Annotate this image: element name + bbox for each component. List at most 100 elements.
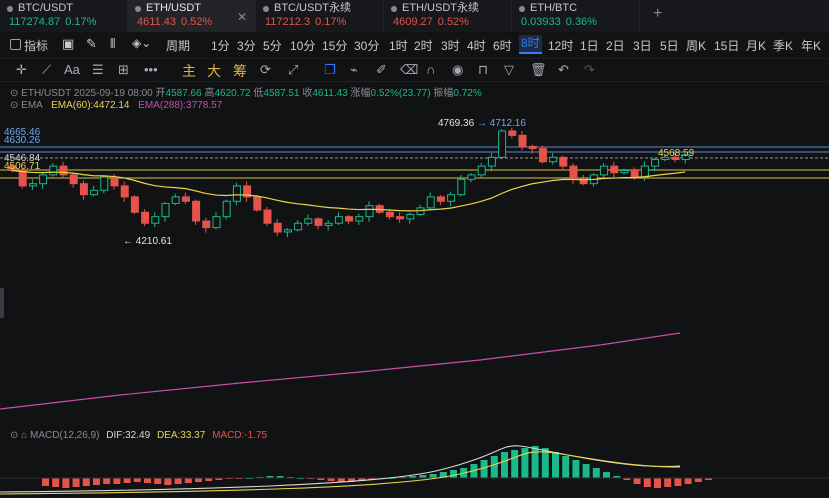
macd-bar (164, 478, 172, 485)
candle-body (406, 213, 415, 220)
candle-body (334, 216, 343, 224)
macd-bar (592, 468, 600, 478)
candle-body (39, 174, 48, 185)
high-annotation: 4769.36 (438, 118, 475, 129)
candle-body (253, 196, 262, 211)
candle-body (365, 205, 374, 218)
candle-body (18, 170, 27, 187)
last-price-annotation: 4568.59 (658, 148, 695, 159)
macd-bar (664, 478, 672, 487)
collapse-icon[interactable]: ⊙ (10, 88, 18, 99)
open-value: 4587.66 (165, 88, 202, 99)
macd-bar (82, 478, 90, 486)
dif-value: DIF:32.49 (106, 430, 151, 441)
macd-title: MACD(12,26,9) (29, 430, 100, 441)
candle-body (294, 222, 303, 231)
candle-body (610, 165, 619, 174)
macd-bar (501, 452, 508, 478)
candle-body (457, 178, 466, 196)
macd-bar (603, 472, 610, 478)
ema-title: EMA (21, 100, 43, 111)
change-label: 涨幅 (350, 88, 371, 99)
candle-body (314, 218, 323, 226)
candle-body (28, 183, 37, 187)
macd-bar (552, 452, 559, 478)
macd-eye-icon[interactable]: ⊙ ⌂ (10, 430, 27, 441)
candle-body (100, 176, 109, 191)
macd-bar (511, 450, 519, 478)
candle-body (569, 165, 578, 180)
candle-body (192, 200, 201, 222)
candle-body (59, 165, 68, 176)
candle-body (222, 200, 231, 218)
macd-bar (572, 460, 580, 478)
candle-body (508, 130, 517, 136)
candle-body (171, 196, 180, 204)
macd-bar (154, 478, 162, 484)
macd-bar (113, 478, 121, 484)
close-value: 4611.43 (312, 88, 348, 99)
macd-bar (103, 478, 111, 484)
candle-body (304, 218, 313, 224)
candle-body (79, 183, 88, 196)
macd-bar (674, 478, 682, 486)
candlestick-chart[interactable] (0, 0, 829, 498)
macd-bar (531, 446, 539, 478)
candle-body (477, 165, 486, 176)
candle-body (630, 170, 639, 178)
side-panel-handle[interactable] (0, 288, 4, 318)
candle-body (232, 185, 241, 202)
price-level-4: 4506.71 (4, 161, 41, 172)
candle-body (273, 222, 282, 233)
ema-eye-icon[interactable]: ⊙ (10, 100, 18, 111)
legend-symbol: ETH/USDT (21, 88, 71, 99)
candle-body (49, 165, 58, 176)
macd-bar (562, 456, 570, 478)
macd-bar (195, 478, 202, 482)
candle-body (263, 209, 272, 224)
candle-body (385, 211, 394, 218)
macd-bar (133, 478, 141, 482)
macd-bar (490, 456, 498, 478)
macd-bar (450, 470, 457, 478)
candle-body (181, 196, 190, 202)
macd-bar (694, 478, 702, 482)
candle-body (110, 176, 119, 187)
macd-bar (123, 478, 131, 483)
candle-body (355, 216, 364, 222)
dea-value: DEA:33.37 (156, 430, 206, 441)
candle-body (620, 170, 629, 174)
ema-legend: ⊙ EMA EMA(60):4472.14 EMA(288):3778.57 (10, 100, 222, 111)
macd-bar (582, 464, 590, 478)
amplitude-value: 0.72% (453, 88, 482, 99)
candle-body (141, 211, 150, 224)
macd-bar (480, 460, 488, 478)
candle-body (151, 216, 160, 224)
candle-body (518, 134, 527, 147)
candle-body (528, 145, 537, 150)
candle-body (212, 216, 221, 229)
candle-body (600, 165, 609, 176)
macd-bar (429, 474, 437, 478)
change-value: 0.52%(23.77) (370, 88, 431, 99)
high-label: 高 (204, 88, 215, 99)
candle-body (559, 156, 568, 167)
candle-body (447, 194, 456, 202)
macd-bar (633, 478, 641, 484)
candle-body (538, 148, 547, 163)
candle-body (467, 174, 476, 180)
candle-body (90, 189, 99, 196)
candle-body (120, 185, 129, 198)
macd-bar (643, 478, 651, 487)
open-label: 开 (155, 88, 166, 99)
amplitude-label: 振幅 (433, 88, 454, 99)
candle-body (130, 196, 139, 213)
candle-body (426, 196, 435, 209)
candle-body (436, 196, 445, 202)
macd-value: MACD:-1.75 (212, 430, 268, 441)
candle-body (498, 130, 507, 158)
candle-body (69, 174, 78, 185)
candle-body (487, 156, 496, 167)
high-value: 4620.72 (214, 88, 251, 99)
macd-bar (62, 478, 70, 488)
